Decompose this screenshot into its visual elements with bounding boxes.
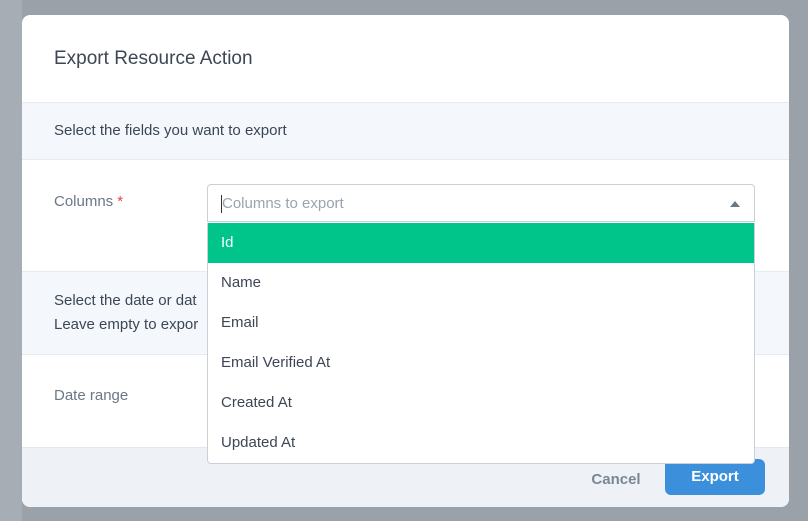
option-email-verified-at[interactable]: Email Verified At	[208, 343, 754, 383]
date-section-text-line2: Leave empty to expor	[54, 316, 199, 333]
chevron-up-icon[interactable]	[730, 201, 740, 207]
columns-label-text: Columns	[54, 193, 114, 210]
columns-select-placeholder: Columns to export	[222, 195, 344, 212]
date-range-label: Date range	[54, 387, 129, 404]
date-section-text-line1: Select the date or dat	[54, 292, 197, 309]
option-updated-at[interactable]: Updated At	[208, 423, 754, 463]
fields-section-text: Select the fields you want to export	[54, 122, 287, 139]
option-id[interactable]: Id	[208, 223, 754, 263]
option-name[interactable]: Name	[208, 263, 754, 303]
option-email[interactable]: Email	[208, 303, 754, 343]
modal-backdrop[interactable]	[0, 0, 22, 521]
option-created-at[interactable]: Created At	[208, 383, 754, 423]
cancel-button[interactable]: Cancel	[590, 468, 642, 492]
columns-dropdown-list: Id Name Email Email Verified At Created …	[207, 223, 755, 464]
columns-label: Columns *	[54, 193, 123, 210]
columns-select[interactable]: Columns to export	[207, 184, 755, 222]
export-button[interactable]: Export	[665, 459, 765, 495]
modal-title: Export Resource Action	[54, 48, 253, 69]
required-indicator: *	[117, 193, 124, 210]
